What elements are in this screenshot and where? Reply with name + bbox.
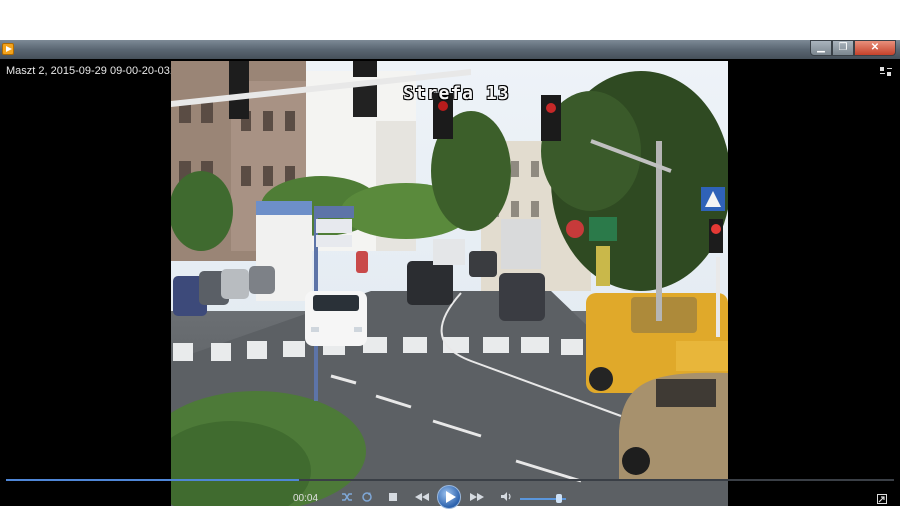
video-frame[interactable]: Strefa 13 [171, 61, 728, 506]
minimize-button[interactable]: ▁ [810, 40, 832, 56]
media-title: Maszt 2, 2015-09-29 09-00-20-031 [6, 65, 176, 77]
elapsed-time: 00:04 [293, 493, 319, 504]
repeat-icon[interactable] [360, 491, 374, 508]
title-bar[interactable]: ▁ ❐ ✕ [0, 40, 900, 59]
volume-knob[interactable] [556, 494, 563, 503]
speaker-icon[interactable] [499, 491, 513, 507]
fullscreen-icon[interactable] [877, 494, 887, 504]
switch-view-icon[interactable] [880, 67, 892, 77]
window-controls: ▁ ❐ ✕ [810, 40, 896, 57]
seek-progress [6, 479, 300, 481]
play-icon[interactable] [437, 485, 461, 509]
zone-label: Strefa 13 [403, 83, 510, 104]
previous-icon[interactable] [413, 492, 431, 507]
seek-bar[interactable] [6, 479, 894, 481]
street-scene-image [171, 61, 728, 506]
close-button[interactable]: ✕ [854, 40, 896, 56]
stop-icon[interactable] [387, 492, 399, 507]
next-icon[interactable] [468, 492, 486, 507]
maximize-button[interactable]: ❐ [832, 40, 854, 56]
player-area[interactable]: Maszt 2, 2015-09-29 09-00-20-031 Strefa … [0, 59, 900, 509]
control-bar: 00:04 [0, 478, 900, 509]
app-icon [2, 43, 14, 55]
shuffle-icon[interactable] [340, 491, 354, 508]
